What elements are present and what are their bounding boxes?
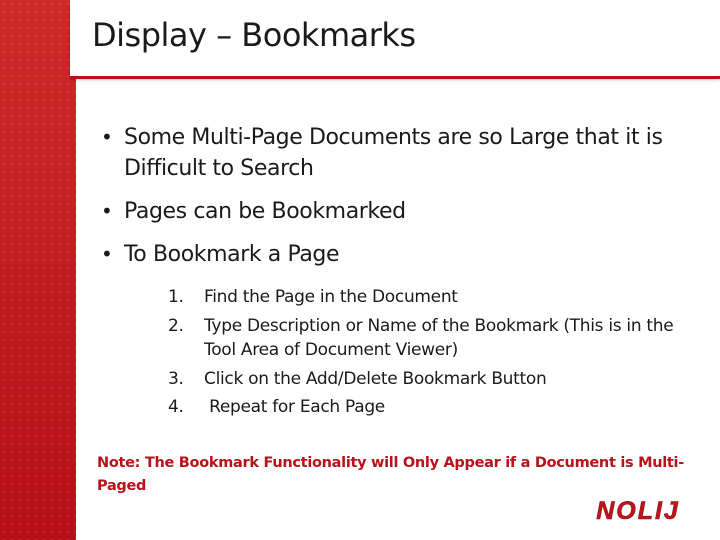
step-item: 2. Type Description or Name of the Bookm… [168,314,708,363]
step-number: 3. [168,368,184,389]
step-text: Find the Page in the Document [204,287,458,307]
slide-title: Display – Bookmarks [92,16,416,54]
bullet-item: • To Bookmark a Page [98,239,708,270]
bullet-dot-icon: • [101,199,113,223]
nolij-logo: NOLIJ NOLIJ [596,497,680,523]
bullet-dot-icon: • [101,125,113,149]
bullet-text: Some Multi-Page Documents are so Large t… [124,125,663,181]
title-underline [70,76,720,79]
step-item: 3. Click on the Add/Delete Bookmark Butt… [168,367,708,392]
bullet-item: • Some Multi-Page Documents are so Large… [98,122,708,184]
note-text: Note: The Bookmark Functionality will On… [97,455,684,494]
bullet-text: To Bookmark a Page [124,242,340,267]
step-number: 4. [168,397,184,417]
step-text: Click on the Add/Delete Bookmark Button [204,368,547,389]
step-text: Repeat for Each Page [204,397,385,417]
step-text: Type Description or Name of the Bookmark… [204,315,674,361]
step-number: 1. [168,287,184,307]
title-box: Display – Bookmarks [70,0,720,76]
step-number: 2. [168,315,184,336]
bullet-dot-icon: • [101,242,113,266]
logo-text-outline: NOLIJ [596,497,680,523]
numbered-step-list: 1. Find the Page in the Document 2. Type… [168,285,708,424]
slide: Display – Bookmarks • Some Multi-Page Do… [0,0,720,540]
bullet-list: • Some Multi-Page Documents are so Large… [98,122,708,282]
step-item: 4. Repeat for Each Page [168,395,708,420]
bullet-text: Pages can be Bookmarked [124,199,406,224]
left-red-strip [0,0,76,540]
bullet-item: • Pages can be Bookmarked [98,196,708,227]
step-item: 1. Find the Page in the Document [168,285,708,310]
